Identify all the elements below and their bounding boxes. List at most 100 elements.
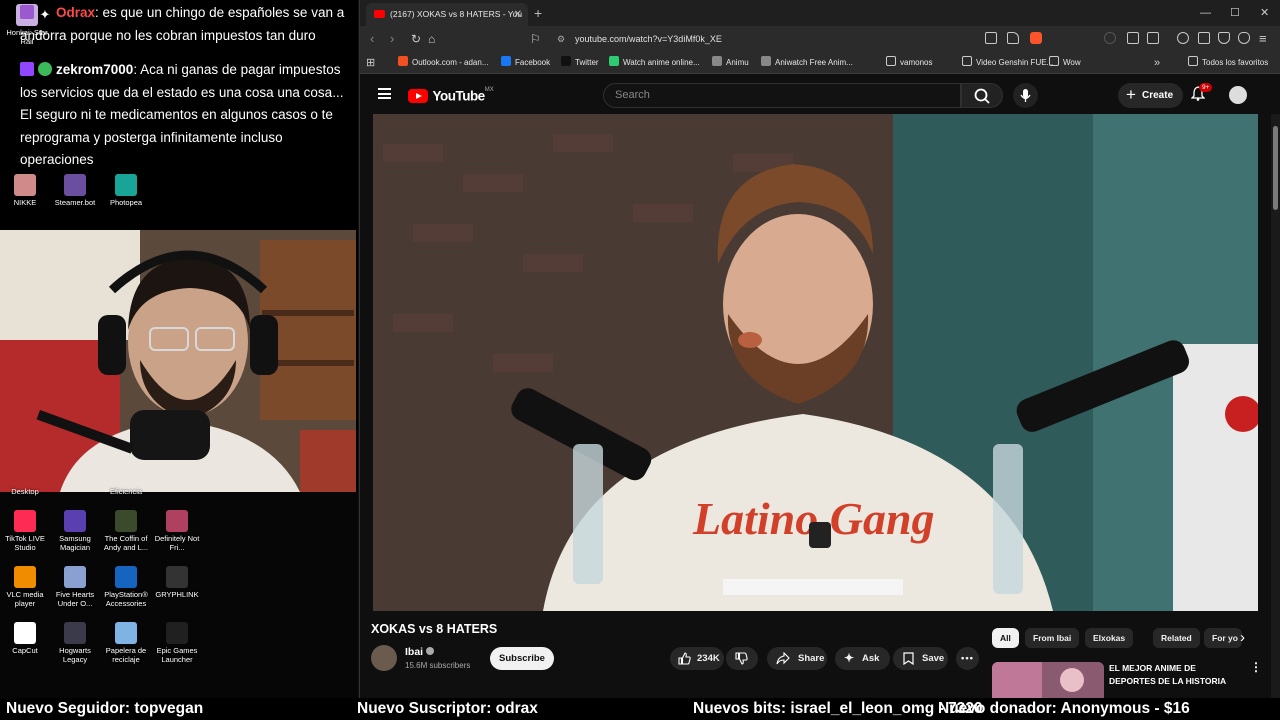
voice-search-button[interactable]	[1013, 83, 1038, 108]
bookmark-item[interactable]: vamonos	[886, 52, 932, 74]
minimize-icon[interactable]: —	[1200, 0, 1211, 26]
chip-elxokas[interactable]: Elxokas	[1085, 628, 1134, 648]
desktop-icon[interactable]: Samsung Magician	[50, 510, 100, 552]
browser-tab-youtube[interactable]: (2167) XOKAS vs 8 HATERS - You ✕	[366, 3, 528, 26]
desktop-icon[interactable]: CapCut	[0, 622, 50, 655]
playstation-icon	[115, 566, 137, 588]
search-button[interactable]	[961, 83, 1003, 108]
new-tab-icon[interactable]: +	[534, 3, 542, 23]
forward-icon[interactable]: ›	[390, 26, 394, 52]
desktop-icon[interactable]: VLC media player	[0, 566, 50, 608]
music-icon[interactable]	[1177, 32, 1189, 44]
bookmarks-bar: ⊞ » Todos los favoritos Outlook.com - ad…	[360, 52, 1280, 74]
dislike-button[interactable]	[726, 647, 758, 670]
subscribe-button[interactable]: Subscribe	[490, 647, 554, 670]
share-button[interactable]: Share	[767, 647, 827, 670]
youtube-play-logo-icon	[408, 88, 428, 103]
facebook-icon	[501, 56, 511, 66]
desktop-icon[interactable]: Five Hearts Under O...	[50, 566, 100, 608]
chip-for-you[interactable]: For yo	[1204, 628, 1242, 648]
back-icon[interactable]: ‹	[370, 26, 374, 52]
sidebar-icon[interactable]	[1147, 32, 1159, 44]
vpn-shield-icon[interactable]	[1238, 32, 1250, 44]
save-button[interactable]: Save	[893, 647, 948, 670]
bookmark-item[interactable]: Wow	[1049, 52, 1081, 74]
recommended-title[interactable]: EL MEJOR ANIME DE DEPORTES DE LA HISTORI…	[1109, 662, 1239, 688]
channel-avatar[interactable]	[371, 645, 397, 671]
thumbs-up-icon	[678, 652, 691, 665]
recommended-thumbnail[interactable]	[992, 662, 1104, 698]
hogwarts-icon	[64, 622, 86, 644]
user-avatar[interactable]	[1229, 86, 1247, 104]
bookmark-item[interactable]: Facebook	[501, 52, 550, 74]
hamburger-menu-icon[interactable]	[378, 88, 391, 99]
desktop-icon[interactable]: Papelera de reciclaje	[101, 622, 151, 664]
desktop-icon[interactable]: GRYPHLINK	[152, 566, 202, 599]
wallet-icon[interactable]	[1198, 32, 1210, 44]
all-bookmarks-folder[interactable]: Todos los favoritos	[1188, 52, 1268, 74]
microphone-icon	[1020, 89, 1031, 102]
menu-icon[interactable]: ≡	[1259, 26, 1267, 52]
desktop-icon[interactable]: The Coffin of Andy and L...	[101, 510, 151, 552]
screen-share-icon[interactable]	[985, 32, 997, 44]
url-field[interactable]: youtube.com/watch?v=Y3diMf0k_XE	[575, 26, 722, 52]
bookmark-item[interactable]: Outlook.com - adan...	[398, 52, 488, 74]
chat-username: zekrom7000	[56, 62, 134, 77]
leo-ai-icon[interactable]	[1218, 32, 1230, 44]
chat-message: ✦ Odrax: es que un chingo de españoles se…	[20, 2, 350, 47]
desktop-icon[interactable]: Definitely Not Fri...	[152, 510, 202, 552]
subscriber-count: 15.6M subscribers	[405, 661, 471, 670]
desktop-icon[interactable]: TikTok LIVE Studio	[0, 510, 50, 552]
desktop-icon[interactable]: Hogwarts Legacy	[50, 622, 100, 664]
bookmark-item[interactable]: Aniwatch Free Anim...	[761, 52, 853, 74]
bookmark-item[interactable]: Twitter	[561, 52, 599, 74]
brave-shield-icon[interactable]	[1030, 32, 1042, 44]
extension-icon-1[interactable]	[1104, 32, 1116, 44]
bookmark-item[interactable]: Watch anime online...	[609, 52, 700, 74]
share-page-icon[interactable]	[1007, 32, 1019, 44]
bookmark-item[interactable]: Animu	[712, 52, 749, 74]
chat-username: Odrax	[56, 5, 96, 20]
desktop-icon[interactable]: PlayStation® Accessories	[101, 566, 151, 608]
twitch-badge-icon	[20, 62, 34, 76]
folder-icon	[886, 56, 896, 66]
like-button[interactable]: 234K	[670, 647, 724, 670]
desktop-icon-partial-eficiencia[interactable]: Eficiencia	[101, 487, 151, 496]
kebab-menu-icon[interactable]: ⋮	[1250, 660, 1262, 674]
more-actions-icon[interactable]: •••	[956, 647, 979, 670]
vlc-icon	[14, 566, 36, 588]
thumbs-down-icon	[735, 652, 748, 665]
x-icon	[561, 56, 571, 66]
close-window-icon[interactable]: ✕	[1260, 0, 1269, 26]
webcam-image	[0, 230, 356, 492]
desktop-icon-label: The Coffin of Andy and L...	[103, 534, 149, 552]
site-info-icon[interactable]: ⚙	[557, 26, 565, 52]
emote-badge-icon	[38, 62, 52, 76]
ask-button[interactable]: ✦ Ask	[835, 647, 890, 670]
scrollbar-thumb[interactable]	[1273, 126, 1278, 210]
bookmark-item[interactable]: Video Genshin FUE...	[962, 52, 1053, 74]
video-player[interactable]: Latino Gang	[373, 114, 1258, 611]
recycle-bin-icon	[115, 622, 137, 644]
desktop-icon-partial-desktop[interactable]: Desktop	[0, 487, 50, 496]
desktop-icon[interactable]: Epic Games Launcher	[152, 622, 202, 664]
chip-from-ibai[interactable]: From Ibai	[1025, 628, 1080, 648]
home-icon[interactable]: ⌂	[428, 26, 435, 52]
channel-name[interactable]: Ibai	[405, 646, 435, 658]
maximize-icon[interactable]: ☐	[1230, 0, 1240, 26]
create-button[interactable]: Create	[1118, 82, 1183, 108]
bookmark-icon[interactable]: ⚐	[530, 26, 541, 52]
youtube-logo[interactable]: YouTubeMX	[408, 87, 494, 103]
bookmark-save-icon	[903, 652, 914, 665]
chevron-right-icon[interactable]: ›	[1240, 629, 1245, 646]
close-tab-icon[interactable]: ✕	[514, 3, 522, 26]
chip-all[interactable]: All	[992, 628, 1019, 648]
chip-related[interactable]: Related	[1153, 628, 1200, 648]
apps-grid-icon[interactable]: ⊞	[366, 52, 375, 74]
more-bookmarks-icon[interactable]: »	[1154, 52, 1160, 74]
puzzle-extensions-icon[interactable]	[1127, 32, 1139, 44]
sparkle-badge-icon: ✦	[39, 7, 51, 22]
desktop-icon-label: Five Hearts Under O...	[55, 590, 95, 608]
search-input[interactable]: Search	[603, 83, 961, 108]
reload-icon[interactable]: ↻	[411, 26, 421, 52]
